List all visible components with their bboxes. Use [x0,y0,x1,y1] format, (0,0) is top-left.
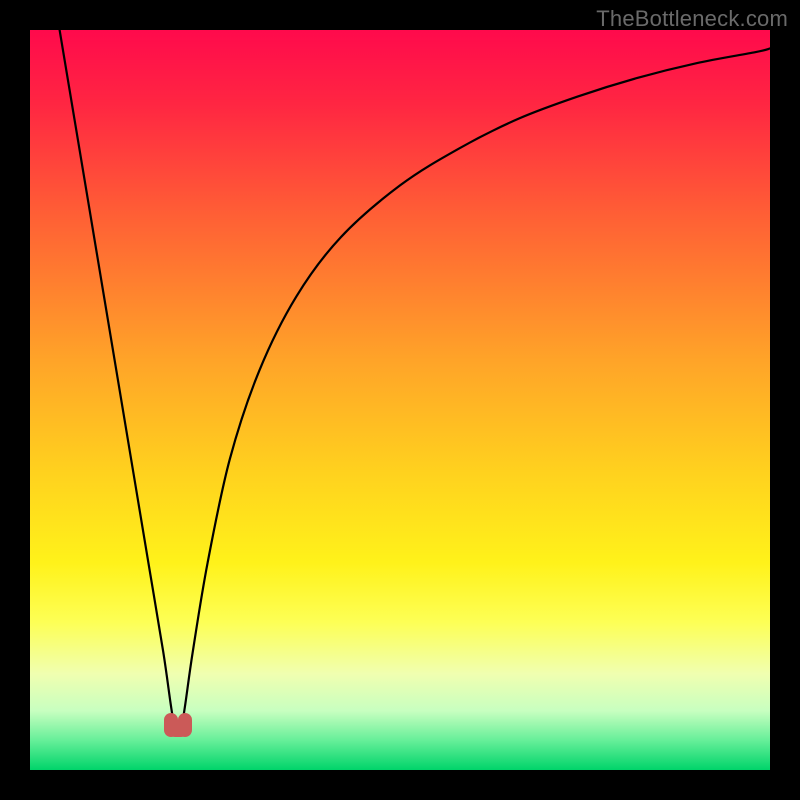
optimal-point-marker [163,711,193,737]
bottleneck-curve [30,30,770,770]
plot-area [30,30,770,770]
chart-frame: TheBottleneck.com [0,0,800,800]
marker-bridge [169,725,187,737]
watermark-text: TheBottleneck.com [596,6,788,32]
